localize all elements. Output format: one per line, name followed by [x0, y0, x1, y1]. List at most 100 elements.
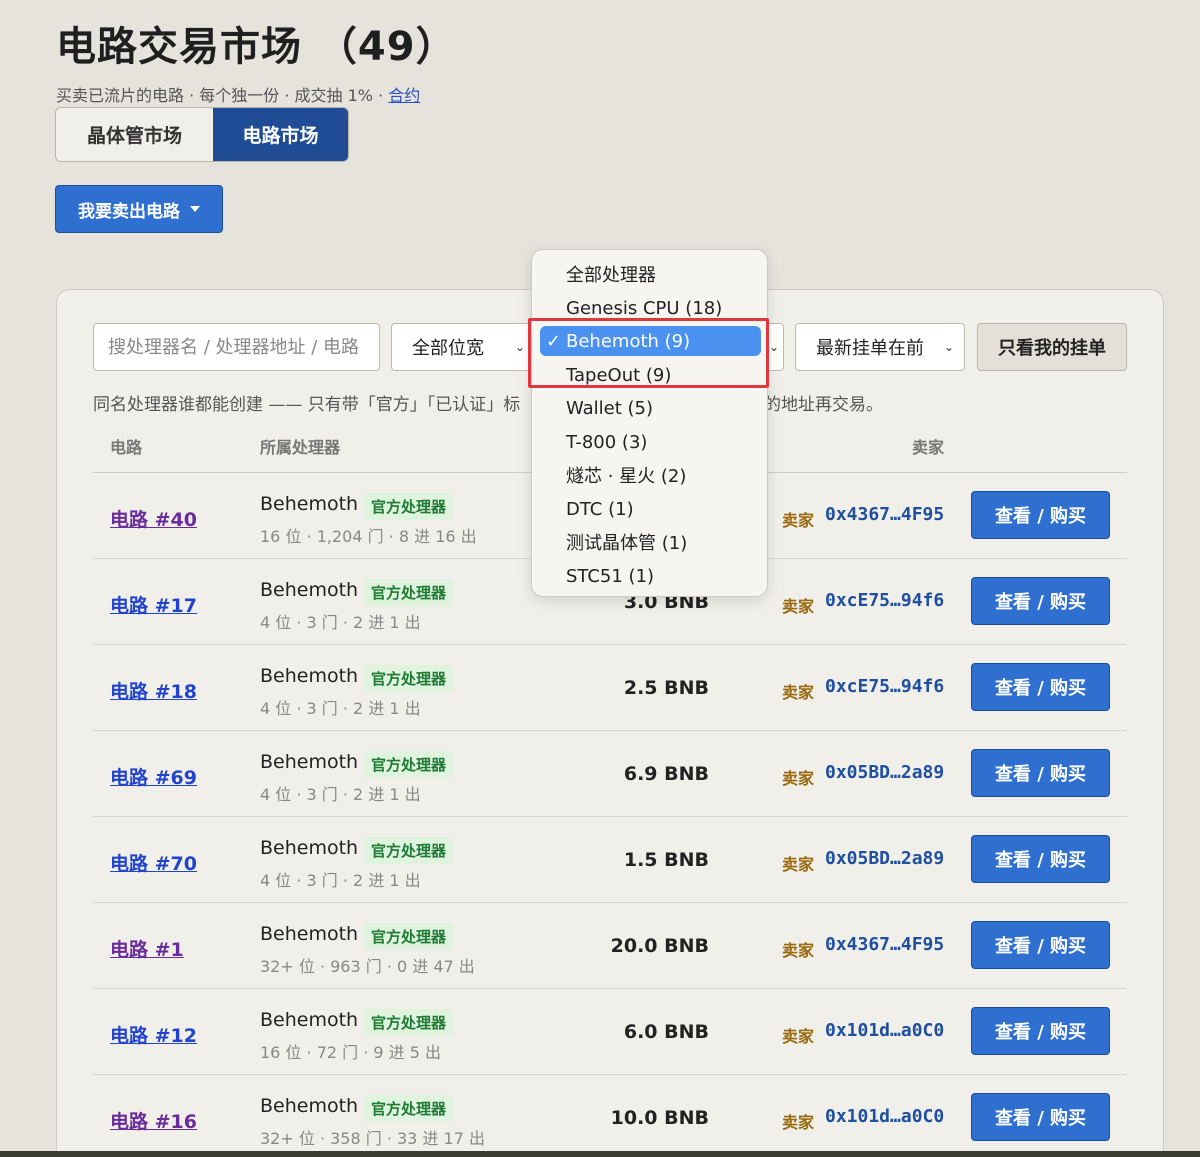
- circuit-link[interactable]: 电路 #70: [110, 849, 197, 876]
- seller-address[interactable]: 0x05BD…2a89: [825, 848, 944, 869]
- seller-label: 卖家: [782, 1113, 815, 1132]
- page-title: 电路交易市场 （49）: [56, 24, 457, 70]
- table-row: 电路 #1 Behemoth 官方处理器 32+ 位 · 963 门 · 0 进…: [93, 903, 1127, 989]
- tab-circuit-market[interactable]: 电路市场: [213, 108, 348, 161]
- market-tabs: 晶体管市场 电路市场: [55, 107, 349, 162]
- view-buy-button[interactable]: 查看 / 购买: [971, 1007, 1110, 1055]
- circuit-link[interactable]: 电路 #18: [110, 677, 197, 704]
- price: 20.0 BNB: [610, 935, 709, 957]
- seller-address[interactable]: 0x101d…a0C0: [825, 1020, 944, 1041]
- view-buy-button[interactable]: 查看 / 购买: [971, 1093, 1110, 1141]
- dropdown-option-label: Behemoth (9): [566, 330, 691, 352]
- column-header-circuit: 电路: [110, 438, 143, 457]
- circuit-meta: 4 位 · 3 门 · 2 进 1 出: [260, 785, 421, 804]
- dropdown-option[interactable]: 全部处理器: [540, 259, 761, 289]
- circuit-link[interactable]: 电路 #69: [110, 763, 197, 790]
- price: 10.0 BNB: [610, 1107, 709, 1129]
- seller-label: 卖家: [782, 683, 815, 702]
- seller-address[interactable]: 0x05BD…2a89: [825, 762, 944, 783]
- sell-button-label: 我要卖出电路: [78, 201, 180, 222]
- seller-address[interactable]: 0xcE75…94f6: [825, 676, 944, 697]
- sort-select-value: 最新挂单在前: [816, 338, 924, 359]
- view-buy-button[interactable]: 查看 / 购买: [971, 921, 1110, 969]
- processor-name: Behemoth: [260, 493, 359, 515]
- circuit-link[interactable]: 电路 #40: [110, 505, 197, 532]
- contract-link[interactable]: 合约: [388, 86, 420, 105]
- seller-label: 卖家: [782, 855, 815, 874]
- table-row: 电路 #18 Behemoth 官方处理器 4 位 · 3 门 · 2 进 1 …: [93, 645, 1127, 731]
- price: 1.5 BNB: [623, 849, 709, 871]
- circuit-meta: 4 位 · 3 门 · 2 进 1 出: [260, 613, 421, 632]
- view-buy-button[interactable]: 查看 / 购买: [971, 835, 1110, 883]
- seller-address[interactable]: 0xcE75…94f6: [825, 590, 944, 611]
- seller-address[interactable]: 0x101d…a0C0: [825, 1106, 944, 1127]
- circuit-link[interactable]: 电路 #17: [110, 591, 197, 618]
- official-badge: 官方处理器: [364, 923, 454, 950]
- circuit-link[interactable]: 电路 #1: [110, 935, 184, 962]
- official-badge: 官方处理器: [364, 579, 454, 606]
- view-buy-button[interactable]: 查看 / 购买: [971, 749, 1110, 797]
- table-row: 电路 #16 Behemoth 官方处理器 32+ 位 · 358 门 · 33…: [93, 1075, 1127, 1157]
- page-subtitle: 买卖已流片的电路 · 每个独一份 · 成交抽 1% · 合约: [56, 82, 420, 106]
- view-buy-button[interactable]: 查看 / 购买: [971, 491, 1110, 539]
- column-header-seller: 卖家: [912, 438, 945, 457]
- processor-name: Behemoth: [260, 1009, 359, 1031]
- sell-circuit-button[interactable]: 我要卖出电路: [55, 185, 223, 233]
- seller-label: 卖家: [782, 941, 815, 960]
- caret-down-icon: [190, 206, 200, 212]
- column-header-processor: 所属处理器: [260, 438, 341, 457]
- checkmark-icon: ✓: [546, 330, 562, 352]
- price: 2.5 BNB: [623, 677, 709, 699]
- chevron-down-icon: ⌄: [514, 340, 525, 354]
- circuit-link[interactable]: 电路 #16: [110, 1107, 197, 1134]
- processor-name: Behemoth: [260, 923, 359, 945]
- circuit-link[interactable]: 电路 #12: [110, 1021, 197, 1048]
- circuit-meta: 32+ 位 · 358 门 · 33 进 17 出: [260, 1129, 485, 1148]
- official-badge: 官方处理器: [364, 837, 454, 864]
- dropdown-option[interactable]: 测试晶体管 (1): [540, 527, 761, 557]
- dropdown-option[interactable]: STC51 (1): [540, 561, 761, 591]
- view-buy-button[interactable]: 查看 / 购买: [971, 663, 1110, 711]
- official-badge: 官方处理器: [364, 1095, 454, 1122]
- price: 6.0 BNB: [623, 1021, 709, 1043]
- seller-label: 卖家: [782, 769, 815, 788]
- width-select-value: 全部位宽: [412, 338, 484, 359]
- seller-label: 卖家: [782, 597, 815, 616]
- circuit-meta: 16 位 · 1,204 门 · 8 进 16 出: [260, 527, 477, 546]
- official-badge: 官方处理器: [364, 665, 454, 692]
- table-row: 电路 #12 Behemoth 官方处理器 16 位 · 72 门 · 9 进 …: [93, 989, 1127, 1075]
- width-select[interactable]: 全部位宽 ⌄: [391, 323, 536, 371]
- processor-name: Behemoth: [260, 751, 359, 773]
- dropdown-option[interactable]: 燧芯 · 星火 (2): [540, 460, 761, 490]
- subtitle-text: 买卖已流片的电路 · 每个独一份 · 成交抽 1% ·: [56, 86, 389, 105]
- dropdown-option[interactable]: Genesis CPU (18): [540, 293, 761, 323]
- dropdown-option[interactable]: Wallet (5): [540, 393, 761, 423]
- seller-address[interactable]: 0x4367…4F95: [825, 504, 944, 525]
- circuit-meta: 4 位 · 3 门 · 2 进 1 出: [260, 699, 421, 718]
- search-input[interactable]: [93, 323, 380, 371]
- sort-select[interactable]: 最新挂单在前 ⌄: [795, 323, 965, 371]
- official-badge: 官方处理器: [364, 1009, 454, 1036]
- price: 6.9 BNB: [623, 763, 709, 785]
- processor-name: Behemoth: [260, 837, 359, 859]
- tab-transistor-market[interactable]: 晶体管市场: [56, 108, 213, 161]
- dropdown-option[interactable]: TapeOut (9): [540, 360, 761, 390]
- circuit-meta: 4 位 · 3 门 · 2 进 1 出: [260, 871, 421, 890]
- seller-address[interactable]: 0x4367…4F95: [825, 934, 944, 955]
- dropdown-option[interactable]: T-800 (3): [540, 427, 761, 457]
- table-row: 电路 #70 Behemoth 官方处理器 4 位 · 3 门 · 2 进 1 …: [93, 817, 1127, 903]
- warning-notice-tail: 的地址再交易。: [764, 395, 883, 415]
- dropdown-option[interactable]: DTC (1): [540, 494, 761, 524]
- processor-name: Behemoth: [260, 1095, 359, 1117]
- circuit-meta: 32+ 位 · 963 门 · 0 进 47 出: [260, 957, 475, 976]
- seller-label: 卖家: [782, 511, 815, 530]
- view-buy-button[interactable]: 查看 / 购买: [971, 577, 1110, 625]
- table-row: 电路 #69 Behemoth 官方处理器 4 位 · 3 门 · 2 进 1 …: [93, 731, 1127, 817]
- dropdown-option-selected[interactable]: ✓ Behemoth (9): [540, 326, 761, 356]
- my-listings-button[interactable]: 只看我的挂单: [977, 323, 1127, 371]
- processor-dropdown: 全部处理器 Genesis CPU (18) ✓ Behemoth (9) Tap…: [531, 249, 768, 597]
- processor-name: Behemoth: [260, 665, 359, 687]
- warning-notice: 同名处理器谁都能创建 —— 只有带「官方」「已认证」标: [93, 395, 521, 415]
- seller-label: 卖家: [782, 1027, 815, 1046]
- processor-name: Behemoth: [260, 579, 359, 601]
